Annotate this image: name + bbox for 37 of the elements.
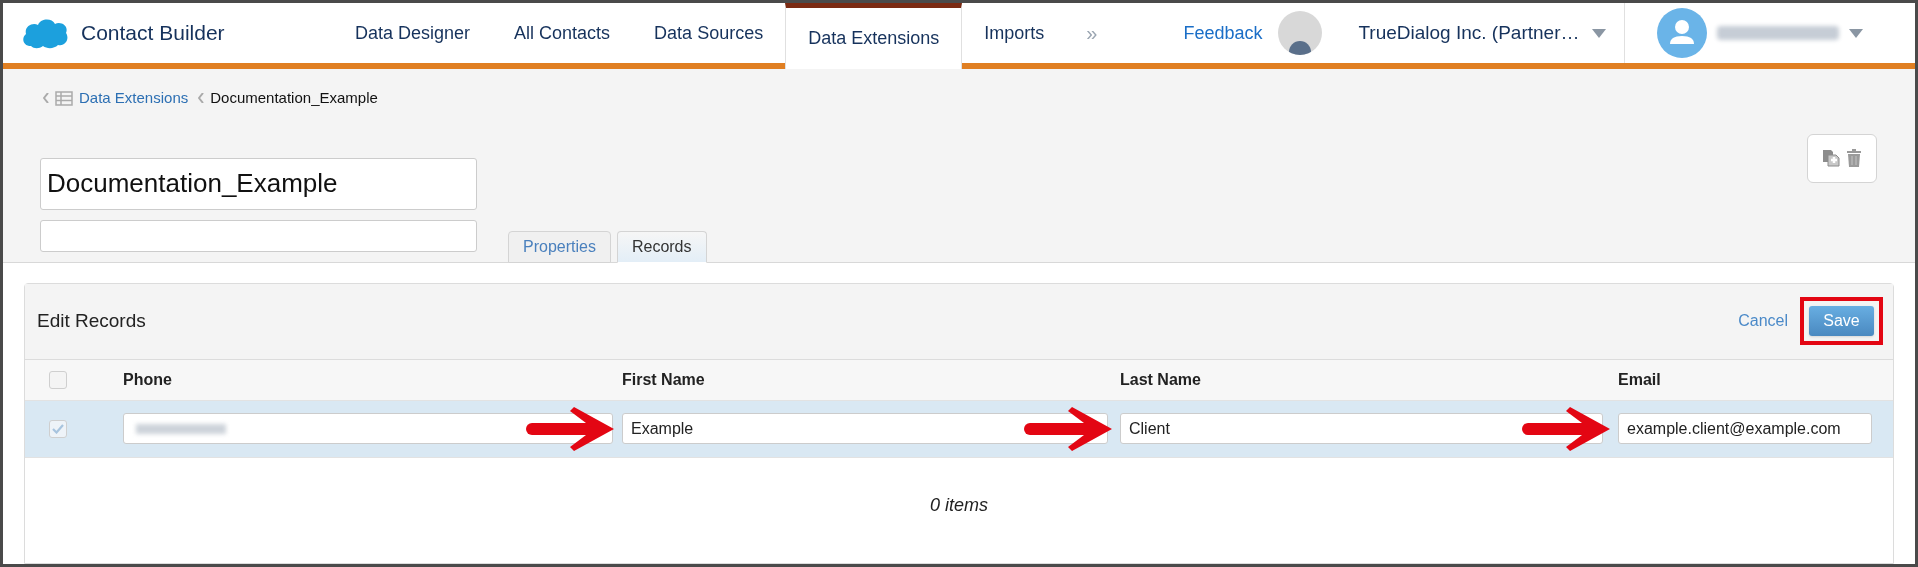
item-count: 0 items xyxy=(930,493,988,517)
checkbox[interactable] xyxy=(49,370,67,389)
panel-title: Edit Records xyxy=(37,308,146,333)
account-dropdown[interactable]: TrueDialog Inc. (Partner… xyxy=(1358,18,1624,48)
breadcrumb-link[interactable]: Data Extensions xyxy=(79,87,189,110)
nav-tab[interactable]: Imports xyxy=(962,3,1067,63)
input-field[interactable] xyxy=(123,413,613,444)
feedback-link[interactable]: Feedback xyxy=(1183,19,1263,47)
avatar xyxy=(1278,11,1323,55)
caret-icon xyxy=(1591,28,1606,38)
caret-icon xyxy=(1848,28,1863,38)
nav-tab[interactable]: All Contacts xyxy=(492,3,633,63)
checkbox[interactable] xyxy=(49,419,67,438)
nav-tab[interactable]: Data Designer xyxy=(333,3,493,63)
column-header: First Name xyxy=(622,370,705,388)
table-icon xyxy=(55,90,73,106)
input-field[interactable]: Example xyxy=(622,413,1108,444)
column-header: Last Name xyxy=(1120,370,1201,388)
column-header: Phone xyxy=(123,370,172,388)
column-header: Email xyxy=(1618,370,1661,388)
breadcrumb-current: Documentation_Example xyxy=(210,88,378,108)
app-title: Contact Builder xyxy=(81,20,225,47)
tab[interactable]: Records xyxy=(616,230,707,263)
nav-tab[interactable]: Data Sources xyxy=(632,3,786,63)
input-field[interactable]: Client xyxy=(1120,413,1603,444)
description-field[interactable] xyxy=(40,219,477,252)
tab[interactable]: Properties xyxy=(508,230,611,263)
name-field[interactable]: Documentation_Example xyxy=(40,157,477,210)
table-row[interactable]: Example Client example.client@example.com xyxy=(25,400,1893,458)
nav-tab[interactable]: Data Extensions xyxy=(785,3,963,69)
user-avatar-icon xyxy=(1656,8,1707,58)
input-field[interactable]: example.client@example.com xyxy=(1618,413,1872,444)
user-menu[interactable] xyxy=(1623,3,1863,63)
copy-icon[interactable] xyxy=(1822,149,1840,167)
trash-icon[interactable] xyxy=(1846,149,1862,167)
chevron-icon xyxy=(43,93,49,104)
chevron-icon xyxy=(198,93,205,104)
